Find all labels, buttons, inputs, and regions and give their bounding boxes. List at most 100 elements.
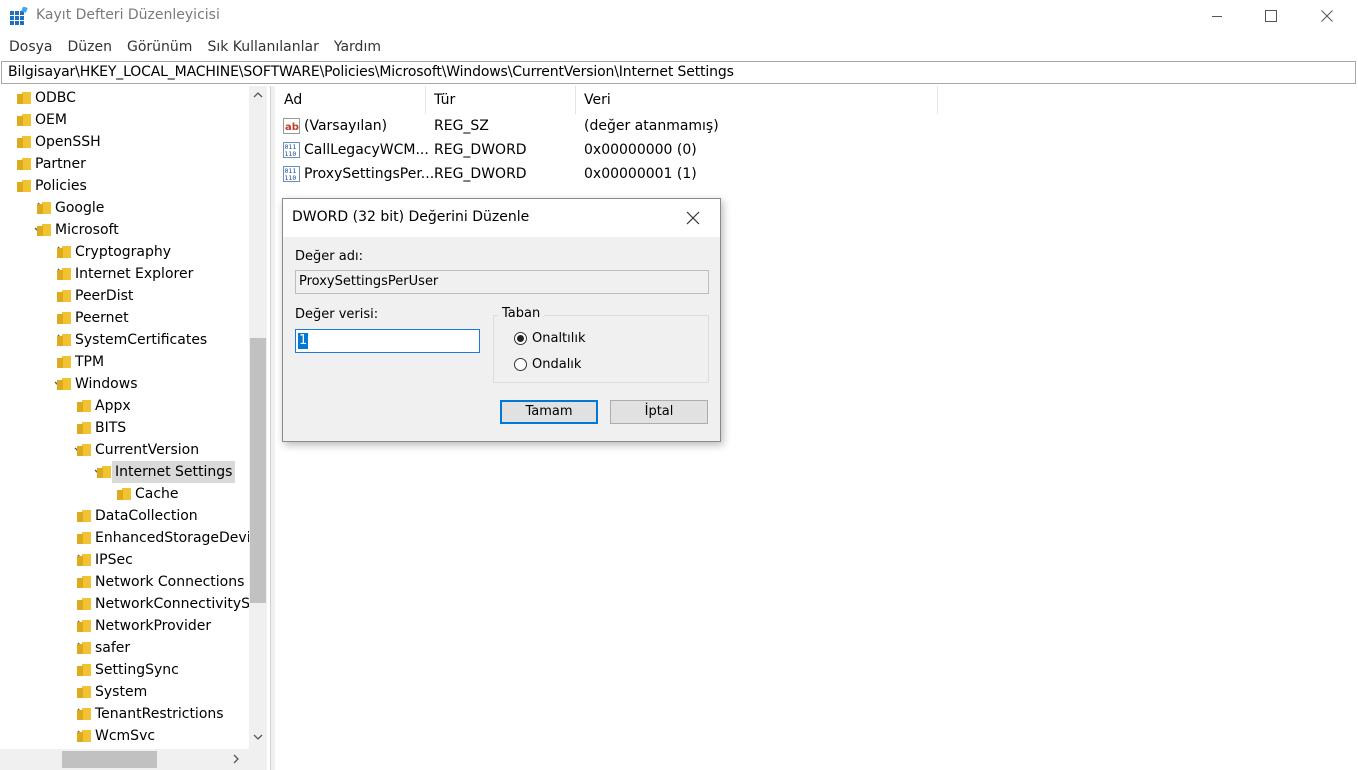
tree-item[interactable]: Peernet xyxy=(0,307,249,329)
tree-item[interactable]: OEM xyxy=(0,109,249,131)
menu-file[interactable]: Dosya xyxy=(0,36,60,58)
tree-item-label[interactable]: PeerDist xyxy=(75,285,133,307)
hex-radio[interactable] xyxy=(514,332,527,345)
tree-item[interactable]: System xyxy=(0,681,249,703)
tree-item[interactable]: DataCollection xyxy=(0,505,249,527)
tree-item[interactable]: OpenSSH xyxy=(0,131,249,153)
tree-item[interactable]: Cache xyxy=(0,483,249,505)
scroll-right-icon[interactable] xyxy=(232,754,240,764)
tree-horizontal-scrollbar[interactable] xyxy=(0,749,249,770)
menu-edit[interactable]: Düzen xyxy=(60,36,120,58)
tree-item[interactable]: TPM xyxy=(0,351,249,373)
tree-item-label[interactable]: Google xyxy=(55,197,104,219)
tree-item-label[interactable]: NetworkConnectivitySta xyxy=(95,593,264,615)
cancel-button[interactable]: İptal xyxy=(610,400,708,424)
tree-item-label[interactable]: SettingSync xyxy=(95,659,179,681)
value-data-text[interactable]: 1 xyxy=(298,333,309,349)
tree-item[interactable]: WcmSvc xyxy=(0,725,249,747)
tree-item[interactable]: Windows xyxy=(0,373,249,395)
menu-view[interactable]: Görünüm xyxy=(119,36,199,58)
close-window-button[interactable] xyxy=(1304,0,1350,32)
tree-item-label[interactable]: DataCollection xyxy=(95,505,198,527)
tree-item[interactable]: Google xyxy=(0,197,249,219)
tree-item[interactable]: Cryptography xyxy=(0,241,249,263)
tree-item-label[interactable]: System xyxy=(95,681,147,703)
tree-item[interactable]: SettingSync xyxy=(0,659,249,681)
tree-item[interactable]: PeerDist xyxy=(0,285,249,307)
tree-item-label[interactable]: Peernet xyxy=(75,307,129,329)
address-bar[interactable]: Bilgisayar\HKEY_LOCAL_MACHINE\SOFTWARE\P… xyxy=(1,61,1356,84)
tree-item[interactable]: Internet Settings xyxy=(0,461,249,483)
menu-favorites[interactable]: Sık Kullanılanlar xyxy=(199,36,325,58)
tree-item[interactable]: NetworkConnectivitySta xyxy=(0,593,264,615)
tree-item-label[interactable]: OpenSSH xyxy=(35,131,101,153)
list-row[interactable]: 011 110 ProxySettingsPer... REG_DWORD 0x0000… xyxy=(276,162,936,186)
tree-item-label[interactable]: ODBC xyxy=(35,87,76,109)
pane-splitter[interactable] xyxy=(270,86,275,770)
tree-item-label[interactable]: SystemCertificates xyxy=(75,329,207,351)
tree-item-label[interactable]: EnhancedStorageDevic xyxy=(95,527,258,549)
tree-horizontal-scroll-thumb[interactable] xyxy=(62,751,157,768)
tree-item[interactable]: TenantRestrictions xyxy=(0,703,249,725)
tree-item-label[interactable]: Partner xyxy=(35,153,86,175)
ok-button[interactable]: Tamam xyxy=(500,400,598,424)
tree-item-label[interactable]: OEM xyxy=(35,109,67,131)
tree-item[interactable]: ODBC xyxy=(0,87,249,109)
decimal-radio-label[interactable]: Ondalık xyxy=(532,357,581,372)
tree-vertical-scroll-thumb[interactable] xyxy=(250,338,266,603)
tree-item-label[interactable]: TenantRestrictions xyxy=(95,703,224,725)
list-row[interactable]: ab (Varsayılan) REG_SZ (değer atanmamış) xyxy=(276,114,936,138)
tree-item-label[interactable]: Cache xyxy=(135,483,179,505)
tree-item-label[interactable]: BITS xyxy=(95,417,126,439)
tree-item-label[interactable]: NetworkProvider xyxy=(95,615,211,637)
tree-item-label[interactable]: safer xyxy=(95,637,130,659)
tree-vertical-scrollbar[interactable] xyxy=(249,86,267,749)
tree-item[interactable]: Network Connections xyxy=(0,571,249,593)
menu-help[interactable]: Yardım xyxy=(326,36,388,58)
tree-item[interactable]: IPSec xyxy=(0,549,249,571)
dialog-close-icon[interactable] xyxy=(683,208,703,228)
tree-item-label[interactable]: Internet Settings xyxy=(112,461,236,483)
folder-icon xyxy=(117,488,131,500)
tree-item[interactable]: Internet Explorer xyxy=(0,263,249,285)
folder-icon xyxy=(57,268,71,280)
tree-item[interactable]: BITS xyxy=(0,417,249,439)
tree-item[interactable]: NetworkProvider xyxy=(0,615,249,637)
tree-item-label[interactable]: Policies xyxy=(35,175,87,197)
tree-item-label[interactable]: Internet Explorer xyxy=(75,263,193,285)
folder-icon xyxy=(17,114,31,126)
scroll-down-icon[interactable] xyxy=(253,733,263,741)
tree-item[interactable]: Microsoft xyxy=(0,219,249,241)
folder-icon xyxy=(97,466,111,478)
tree-item-label[interactable]: Cryptography xyxy=(75,241,171,263)
minimize-button[interactable] xyxy=(1194,0,1240,32)
tree-item[interactable]: SystemCertificates xyxy=(0,329,249,351)
tree-item-label[interactable]: CurrentVersion xyxy=(95,439,199,461)
folder-icon xyxy=(77,576,91,588)
tree-item-label[interactable]: Network Connections xyxy=(95,571,244,593)
hex-radio-label[interactable]: Onaltılık xyxy=(532,331,586,346)
tree-item[interactable]: Partner xyxy=(0,153,249,175)
column-data[interactable]: Veri xyxy=(576,86,938,114)
tree-item[interactable]: EnhancedStorageDevic xyxy=(0,527,258,549)
address-path[interactable]: Bilgisayar\HKEY_LOCAL_MACHINE\SOFTWARE\P… xyxy=(8,64,734,80)
tree-item-label[interactable]: Appx xyxy=(95,395,131,417)
tree-item[interactable]: CurrentVersion xyxy=(0,439,249,461)
value-data-input[interactable]: 1 xyxy=(295,329,480,353)
tree-item-label[interactable]: Windows xyxy=(75,373,138,395)
tree-item[interactable]: safer xyxy=(0,637,249,659)
tree-item-label[interactable]: TPM xyxy=(75,351,104,373)
column-type[interactable]: Tür xyxy=(426,86,576,114)
folder-icon xyxy=(17,158,31,170)
column-name[interactable]: Ad xyxy=(276,86,426,114)
scroll-up-icon[interactable] xyxy=(253,91,263,99)
list-row[interactable]: 011 110 CallLegacyWCM... REG_DWORD 0x0000000… xyxy=(276,138,936,162)
decimal-radio[interactable] xyxy=(514,358,527,371)
tree-item-label[interactable]: WcmSvc xyxy=(95,725,155,747)
tree-item[interactable]: Appx xyxy=(0,395,249,417)
tree-item[interactable]: Policies xyxy=(0,175,249,197)
maximize-button[interactable] xyxy=(1248,0,1294,32)
folder-icon xyxy=(77,598,91,610)
tree-item-label[interactable]: Microsoft xyxy=(55,219,119,241)
tree-item-label[interactable]: IPSec xyxy=(95,549,133,571)
